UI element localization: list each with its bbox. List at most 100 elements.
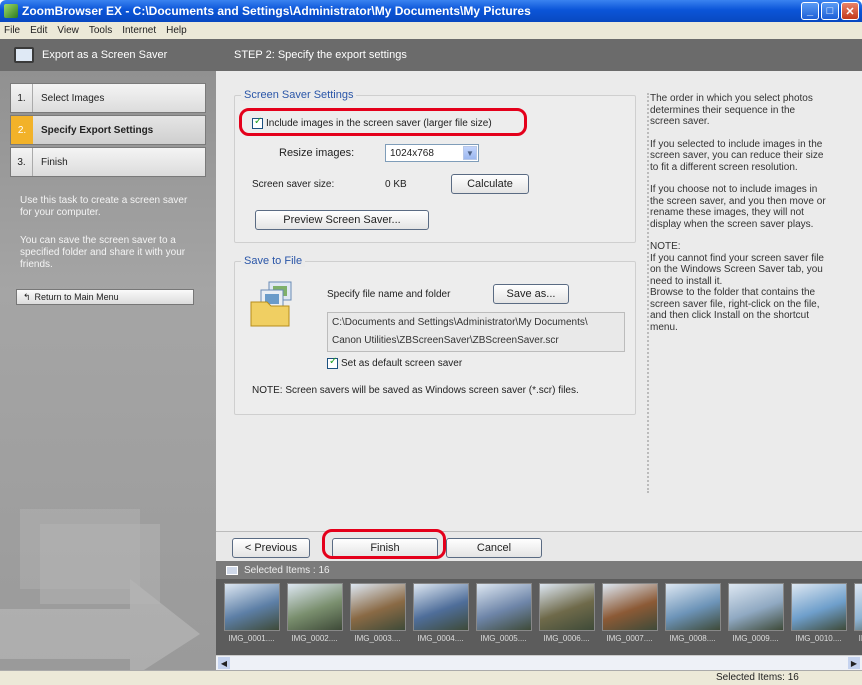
resize-label: Resize images:	[279, 147, 355, 159]
thumbnail-item[interactable]: IMG_0002....	[285, 583, 344, 651]
thumbnail-image	[727, 583, 784, 631]
chevron-down-icon: ▼	[463, 146, 477, 160]
screen-saver-settings-group: Screen Saver Settings Include images in …	[234, 89, 636, 243]
help-paragraph: If you cannot find your screen saver fil…	[650, 252, 824, 287]
preview-screen-saver-button[interactable]: Preview Screen Saver...	[255, 210, 429, 230]
menu-internet[interactable]: Internet	[122, 25, 156, 36]
window-title: ZoomBrowser EX - C:\Documents and Settin…	[22, 4, 531, 18]
task-pane: Export as a Screen Saver 1. Select Image…	[0, 39, 216, 670]
thumbnail-caption: IMG_0006....	[543, 634, 590, 643]
title-bar: ZoomBrowser EX - C:\Documents and Settin…	[0, 0, 862, 22]
decorative-arrow-icon	[0, 509, 200, 670]
task-title: Export as a Screen Saver	[42, 49, 168, 61]
thumbnail-item[interactable]: IMG_0008....	[663, 583, 722, 651]
checkbox-checked-icon	[327, 356, 338, 369]
thumbnail-image	[790, 583, 847, 631]
minimize-button[interactable]: _	[801, 2, 819, 20]
selected-items-label: Selected Items : 16	[244, 564, 330, 576]
step-specify-export-settings[interactable]: 2. Specify Export Settings	[10, 115, 206, 145]
thumbnail-image	[664, 583, 721, 631]
thumbnail-strip: IMG_0001.... IMG_0002.... IMG_0003.... IMG_…	[216, 579, 862, 655]
thumbnail-image	[475, 583, 532, 631]
thumbnail-caption: IMG_0007....	[606, 634, 653, 643]
close-button[interactable]: ✕	[841, 2, 859, 20]
size-label: Screen saver size:	[252, 179, 335, 190]
thumbnail-item[interactable]: IMG_0011....	[852, 583, 862, 651]
default-screen-saver-checkbox[interactable]: Set as default screen saver	[327, 356, 463, 369]
thumbnail-scrollbar[interactable]: ◀ ▶	[216, 655, 862, 670]
calculate-button[interactable]: Calculate	[451, 174, 529, 194]
save-as-button[interactable]: Save as...	[493, 284, 569, 304]
thumbnail-image	[223, 583, 280, 631]
scroll-right-icon[interactable]: ▶	[848, 657, 860, 669]
thumbnail-image	[349, 583, 406, 631]
step-number: 3.	[11, 148, 33, 176]
step-label: Finish	[41, 156, 68, 168]
resize-images-select[interactable]: 1024x768 ▼	[385, 144, 479, 162]
return-label: Return to Main Menu	[34, 292, 119, 302]
thumbnail-item[interactable]: IMG_0007....	[600, 583, 659, 651]
thumbnail-item[interactable]: IMG_0009....	[726, 583, 785, 651]
thumbnail-image	[538, 583, 595, 631]
thumbnail-item[interactable]: IMG_0006....	[537, 583, 596, 651]
status-selected-count: Selected Items: 16	[716, 672, 799, 683]
return-to-main-menu-button[interactable]: ↰ Return to Main Menu	[16, 289, 194, 305]
thumbnail-caption: IMG_0008....	[669, 634, 716, 643]
help-paragraph: If you selected to include images in the…	[650, 138, 824, 173]
thumbnail-item[interactable]: IMG_0003....	[348, 583, 407, 651]
group-legend: Screen Saver Settings	[241, 89, 357, 101]
maximize-button[interactable]: □	[821, 2, 839, 20]
collapse-icon[interactable]	[226, 565, 238, 575]
thumbnail-caption: IMG_0001....	[228, 634, 275, 643]
size-value: 0 KB	[385, 179, 407, 190]
help-paragraph: If you choose not to include images in t…	[650, 184, 826, 230]
step-finish[interactable]: 3. Finish	[10, 147, 206, 177]
help-text: The order in which you select photos det…	[650, 93, 826, 333]
thumbnail-image	[286, 583, 343, 631]
menu-file[interactable]: File	[4, 25, 20, 36]
menu-bar: File Edit View Tools Internet Help	[0, 22, 862, 39]
task-description-share: You can save the screen saver to a speci…	[20, 235, 186, 270]
step-number: 1.	[11, 84, 33, 112]
scroll-left-icon[interactable]: ◀	[218, 657, 230, 669]
wizard-buttons: < Previous Finish Cancel	[216, 529, 862, 561]
step-label: Select Images	[41, 92, 105, 104]
thumbnail-caption: IMG_0004....	[417, 634, 464, 643]
help-paragraph: Browse to the folder that contains the s…	[650, 287, 820, 333]
task-header: Export as a Screen Saver	[0, 39, 216, 71]
status-bar: Selected Items: 16	[0, 670, 862, 685]
divider	[647, 93, 649, 493]
step-label: Specify Export Settings	[41, 124, 154, 136]
thumbnail-image	[601, 583, 658, 631]
thumbnail-caption: IMG_0005....	[480, 634, 527, 643]
selected-items-header: Selected Items : 16	[216, 561, 862, 579]
previous-button[interactable]: < Previous	[232, 538, 310, 558]
thumbnail-item[interactable]: IMG_0005....	[474, 583, 533, 651]
menu-edit[interactable]: Edit	[30, 25, 47, 36]
save-to-file-group: Save to File Specify file name and folde…	[234, 255, 636, 415]
group-legend: Save to File	[241, 255, 306, 267]
save-note: NOTE: Screen savers will be saved as Win…	[252, 385, 579, 396]
step-select-images[interactable]: 1. Select Images	[10, 83, 206, 113]
thumbnail-caption: IMG_0002....	[291, 634, 338, 643]
return-arrow-icon: ↰	[23, 291, 31, 302]
cancel-button[interactable]: Cancel	[446, 538, 542, 558]
path-line: C:\Documents and Settings\Administrator\…	[332, 317, 588, 328]
thumbnail-image	[412, 583, 469, 631]
step-header: STEP 2: Specify the export settings	[216, 39, 862, 71]
thumbnail-item[interactable]: IMG_0004....	[411, 583, 470, 651]
thumbnail-item[interactable]: IMG_0001....	[222, 583, 281, 651]
highlight-ring	[239, 108, 527, 136]
file-path-display: C:\Documents and Settings\Administrator\…	[327, 312, 625, 352]
menu-help[interactable]: Help	[166, 25, 187, 36]
highlight-ring	[322, 529, 446, 559]
main-panel: Screen Saver Settings Include images in …	[216, 71, 862, 531]
help-note-title: NOTE:	[650, 241, 681, 252]
folder-images-icon	[250, 281, 292, 327]
menu-tools[interactable]: Tools	[89, 25, 112, 36]
screen-saver-icon	[14, 47, 34, 63]
thumbnail-item[interactable]: IMG_0010....	[789, 583, 848, 651]
default-label: Set as default screen saver	[341, 358, 463, 369]
app-icon	[4, 4, 18, 18]
menu-view[interactable]: View	[57, 25, 79, 36]
